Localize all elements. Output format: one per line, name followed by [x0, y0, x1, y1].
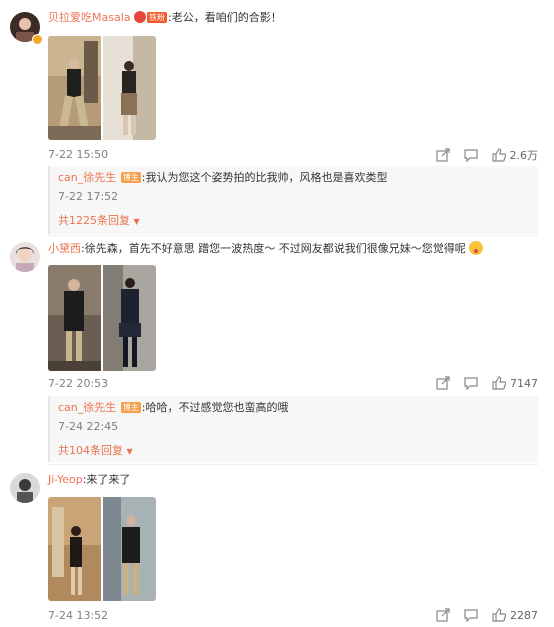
photo-thumbnail[interactable] — [48, 265, 101, 371]
tongue-emoji-icon — [469, 241, 484, 255]
blogger-badge: 博主 — [120, 172, 141, 183]
more-replies-label: 共104条回复 — [58, 444, 123, 457]
photo-thumbnail[interactable] — [103, 36, 156, 140]
more-replies-link[interactable]: 共104条回复 ▼ — [58, 442, 133, 458]
like-button[interactable]: 7147 — [492, 376, 538, 390]
username-link[interactable]: Ji-Yeop — [48, 473, 83, 486]
comment-photos — [48, 497, 156, 601]
photo-thumbnail[interactable] — [103, 265, 156, 371]
comment-icon[interactable] — [464, 608, 478, 622]
avatar[interactable] — [10, 473, 40, 503]
share-icon[interactable] — [436, 608, 450, 622]
avatar[interactable] — [10, 242, 40, 272]
comment-photos — [48, 265, 156, 371]
reply-username-link[interactable]: can_徐先生 — [58, 401, 116, 414]
fan-badge: 铁粉 — [147, 12, 167, 23]
comment-photos — [48, 36, 156, 140]
comment-actions: 7147 — [436, 376, 538, 390]
reply-username-link[interactable]: can_徐先生 — [58, 171, 116, 184]
blogger-badge: 博主 — [120, 402, 141, 413]
comment-line: 小黛西:徐先森，首先不好意思 蹭您一波热度～ 不过网友都说我们很像兄妹～您觉得呢 — [48, 241, 484, 257]
photo-thumbnail[interactable] — [103, 497, 156, 601]
reply-time: 7-22 17:52 — [58, 190, 119, 203]
reply-line: can_徐先生 博主:我认为您这个姿势拍的比我帅，风格也是喜欢类型 — [58, 170, 387, 186]
username-link[interactable]: 小黛西 — [48, 242, 81, 255]
verified-badge-icon — [32, 34, 43, 45]
like-count: 7147 — [510, 376, 538, 390]
comment-text: :徐先森，首先不好意思 蹭您一波热度～ 不过网友都说我们很像兄妹～您觉得呢 — [81, 242, 466, 255]
more-replies-label: 共1225条回复 — [58, 214, 130, 227]
reply-text: :哈哈，不过感觉您也蛮高的哦 — [141, 401, 289, 414]
comment-actions: 2.6万 — [435, 147, 539, 163]
caret-down-icon: ▼ — [133, 217, 140, 226]
comment-actions: 2287 — [436, 608, 538, 622]
like-button[interactable]: 2287 — [492, 608, 538, 622]
more-replies-link[interactable]: 共1225条回复 ▼ — [58, 212, 140, 228]
like-count: 2287 — [510, 608, 538, 622]
share-icon[interactable] — [435, 148, 450, 162]
photo-thumbnail[interactable] — [48, 36, 101, 140]
caret-down-icon: ▼ — [126, 447, 133, 456]
comment-time: 7-22 15:50 — [48, 148, 109, 161]
reply-time: 7-24 22:45 — [58, 420, 119, 433]
heart-icon — [134, 11, 146, 23]
reply-box: can_徐先生 博主:我认为您这个姿势拍的比我帅，风格也是喜欢类型 7-22 1… — [48, 166, 538, 234]
thumbs-up-icon — [492, 376, 506, 390]
thumbs-up-icon — [491, 148, 506, 162]
comment-icon[interactable] — [463, 148, 478, 162]
username-link[interactable]: 贝拉爱吃Masala — [48, 11, 131, 24]
comment-time: 7-24 13:52 — [48, 609, 109, 622]
comment-time: 7-22 20:53 — [48, 377, 109, 390]
comment-text: :老公，看咱们的合影！ — [168, 11, 282, 24]
reply-box: can_徐先生 博主:哈哈，不过感觉您也蛮高的哦 7-24 22:45 共104… — [48, 396, 538, 462]
reply-text: :我认为您这个姿势拍的比我帅，风格也是喜欢类型 — [141, 171, 388, 184]
like-button[interactable]: 2.6万 — [491, 147, 539, 163]
photo-thumbnail[interactable] — [48, 497, 101, 601]
comment-line: 贝拉爱吃Masala 铁粉:老公，看咱们的合影！ — [48, 10, 282, 26]
comment-line: Ji-Yeop:来了来了 — [48, 472, 130, 488]
like-count: 2.6万 — [509, 149, 539, 162]
comment-icon[interactable] — [464, 376, 478, 390]
divider — [48, 235, 538, 236]
reply-line: can_徐先生 博主:哈哈，不过感觉您也蛮高的哦 — [58, 400, 288, 416]
comment-text: :来了来了 — [82, 473, 131, 486]
divider — [48, 464, 538, 465]
thumbs-up-icon — [492, 608, 506, 622]
share-icon[interactable] — [436, 376, 450, 390]
